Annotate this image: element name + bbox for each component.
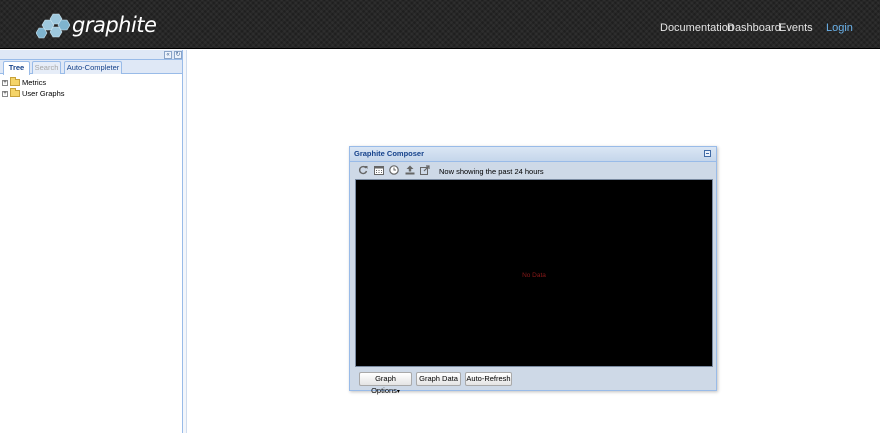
tab-tree[interactable]: Tree — [3, 61, 30, 75]
composer-title: Graphite Composer — [354, 149, 425, 158]
tab-auto-completer[interactable]: Auto-Completer — [64, 61, 122, 74]
graph-image[interactable]: No Data — [355, 179, 713, 367]
nav-documentation[interactable]: Documentation — [660, 22, 734, 34]
top-header: graphite Documentation Dashboard Events … — [0, 0, 880, 49]
composer-title-bar[interactable]: Graphite Composer — [350, 147, 716, 162]
graph-options-button[interactable]: Graph Options▾ — [359, 372, 412, 395]
nav-dashboard[interactable]: Dashboard — [727, 22, 781, 34]
share-icon[interactable] — [420, 165, 430, 175]
time-range-status: Now showing the past 24 hours — [439, 167, 544, 176]
caret-down-icon: ▾ — [396, 389, 400, 395]
nav-events[interactable]: Events — [779, 22, 813, 34]
gear-cluster-icon — [36, 13, 70, 39]
no-data-message: No Data — [522, 272, 546, 279]
panel-tabs: Tree Search Auto-Completer — [0, 60, 182, 75]
upload-icon[interactable] — [405, 165, 415, 175]
clock-icon[interactable] — [389, 165, 399, 175]
folder-icon — [10, 77, 20, 86]
plus-icon[interactable]: + — [2, 79, 8, 86]
plus-icon[interactable]: + — [2, 90, 8, 97]
folder-icon — [10, 88, 20, 97]
composer-toolbar: Now showing the past 24 hours — [350, 162, 716, 179]
refresh-icon[interactable] — [358, 165, 368, 175]
graphite-composer-window: Graphite Composer Now showing the past 2… — [349, 146, 717, 395]
calendar-icon[interactable] — [374, 165, 384, 175]
login-link[interactable]: Login — [826, 22, 853, 34]
minimize-icon[interactable] — [704, 150, 711, 157]
double-chevron-left-icon[interactable]: « — [164, 51, 172, 59]
tab-search[interactable]: Search — [32, 61, 61, 74]
graph-data-button[interactable]: Graph Data — [416, 372, 461, 386]
refresh-icon[interactable]: ↻ — [174, 51, 182, 59]
graphite-logo[interactable]: graphite — [36, 11, 157, 39]
metrics-tree: + Metrics + User Graphs — [0, 74, 182, 102]
tree-item-user-graphs[interactable]: + User Graphs — [2, 88, 180, 99]
tree-item-label: Metrics — [22, 78, 47, 87]
logo-text: graphite — [72, 13, 157, 37]
tree-item-metrics[interactable]: + Metrics — [2, 77, 180, 88]
panel-toolbar: « ↻ — [0, 50, 182, 60]
tree-item-label: User Graphs — [22, 89, 65, 98]
graph-options-label: Graph Options — [371, 374, 397, 395]
auto-refresh-button[interactable]: Auto-Refresh — [465, 372, 512, 386]
navigation-panel: « ↻ Tree Search Auto-Completer + Metrics… — [0, 50, 183, 433]
panel-splitter[interactable] — [183, 50, 187, 433]
